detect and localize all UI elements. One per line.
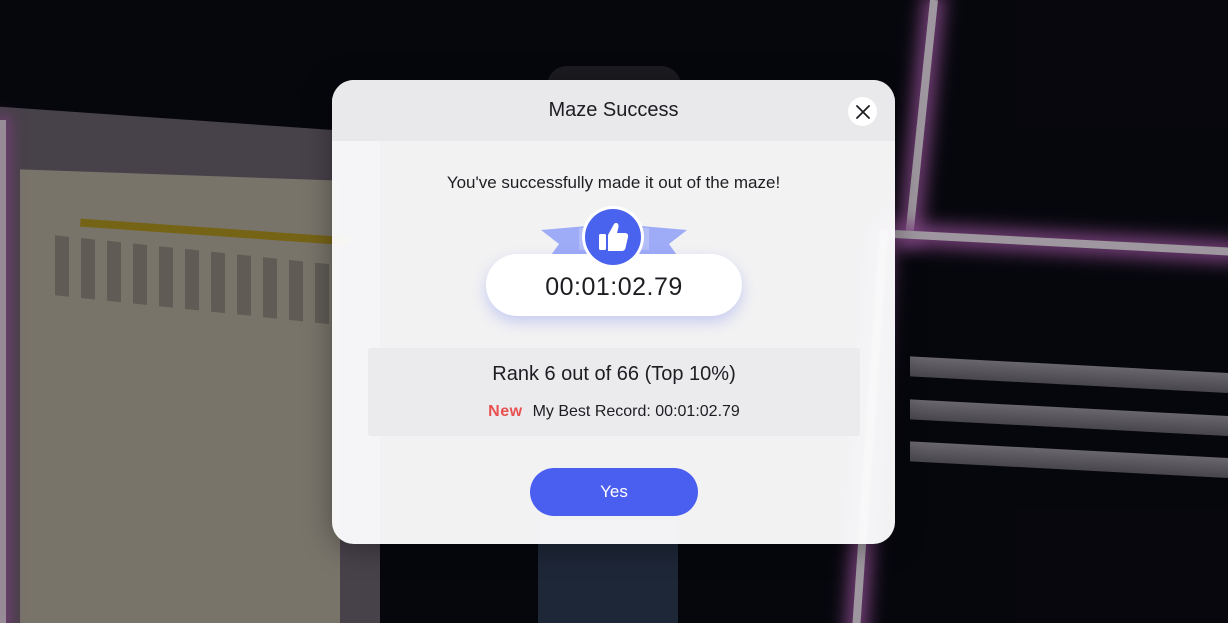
close-button[interactable] — [848, 97, 877, 126]
badge — [582, 206, 644, 268]
close-icon — [855, 104, 870, 119]
thumbs-up-icon — [599, 223, 629, 251]
dialog-title: Maze Success — [548, 99, 679, 121]
rank-text: Rank 6 out of 66 (Top 10%) — [492, 363, 736, 385]
maze-success-dialog: Maze Success You've successfully made it… — [332, 80, 895, 544]
dialog-header: Maze Success — [332, 80, 895, 141]
success-message: You've successfully made it out of the m… — [446, 173, 781, 192]
completion-time: 00:01:02.79 — [545, 272, 683, 301]
yes-button[interactable]: Yes — [530, 468, 698, 516]
rank-panel: Rank 6 out of 66 (Top 10%) New My Best Re… — [368, 348, 860, 436]
new-record-badge: New — [488, 403, 523, 420]
best-record-text: My Best Record: 00:01:02.79 — [532, 403, 740, 420]
best-record-line: New My Best Record: 00:01:02.79 — [368, 403, 860, 421]
badge-circle — [585, 209, 641, 265]
